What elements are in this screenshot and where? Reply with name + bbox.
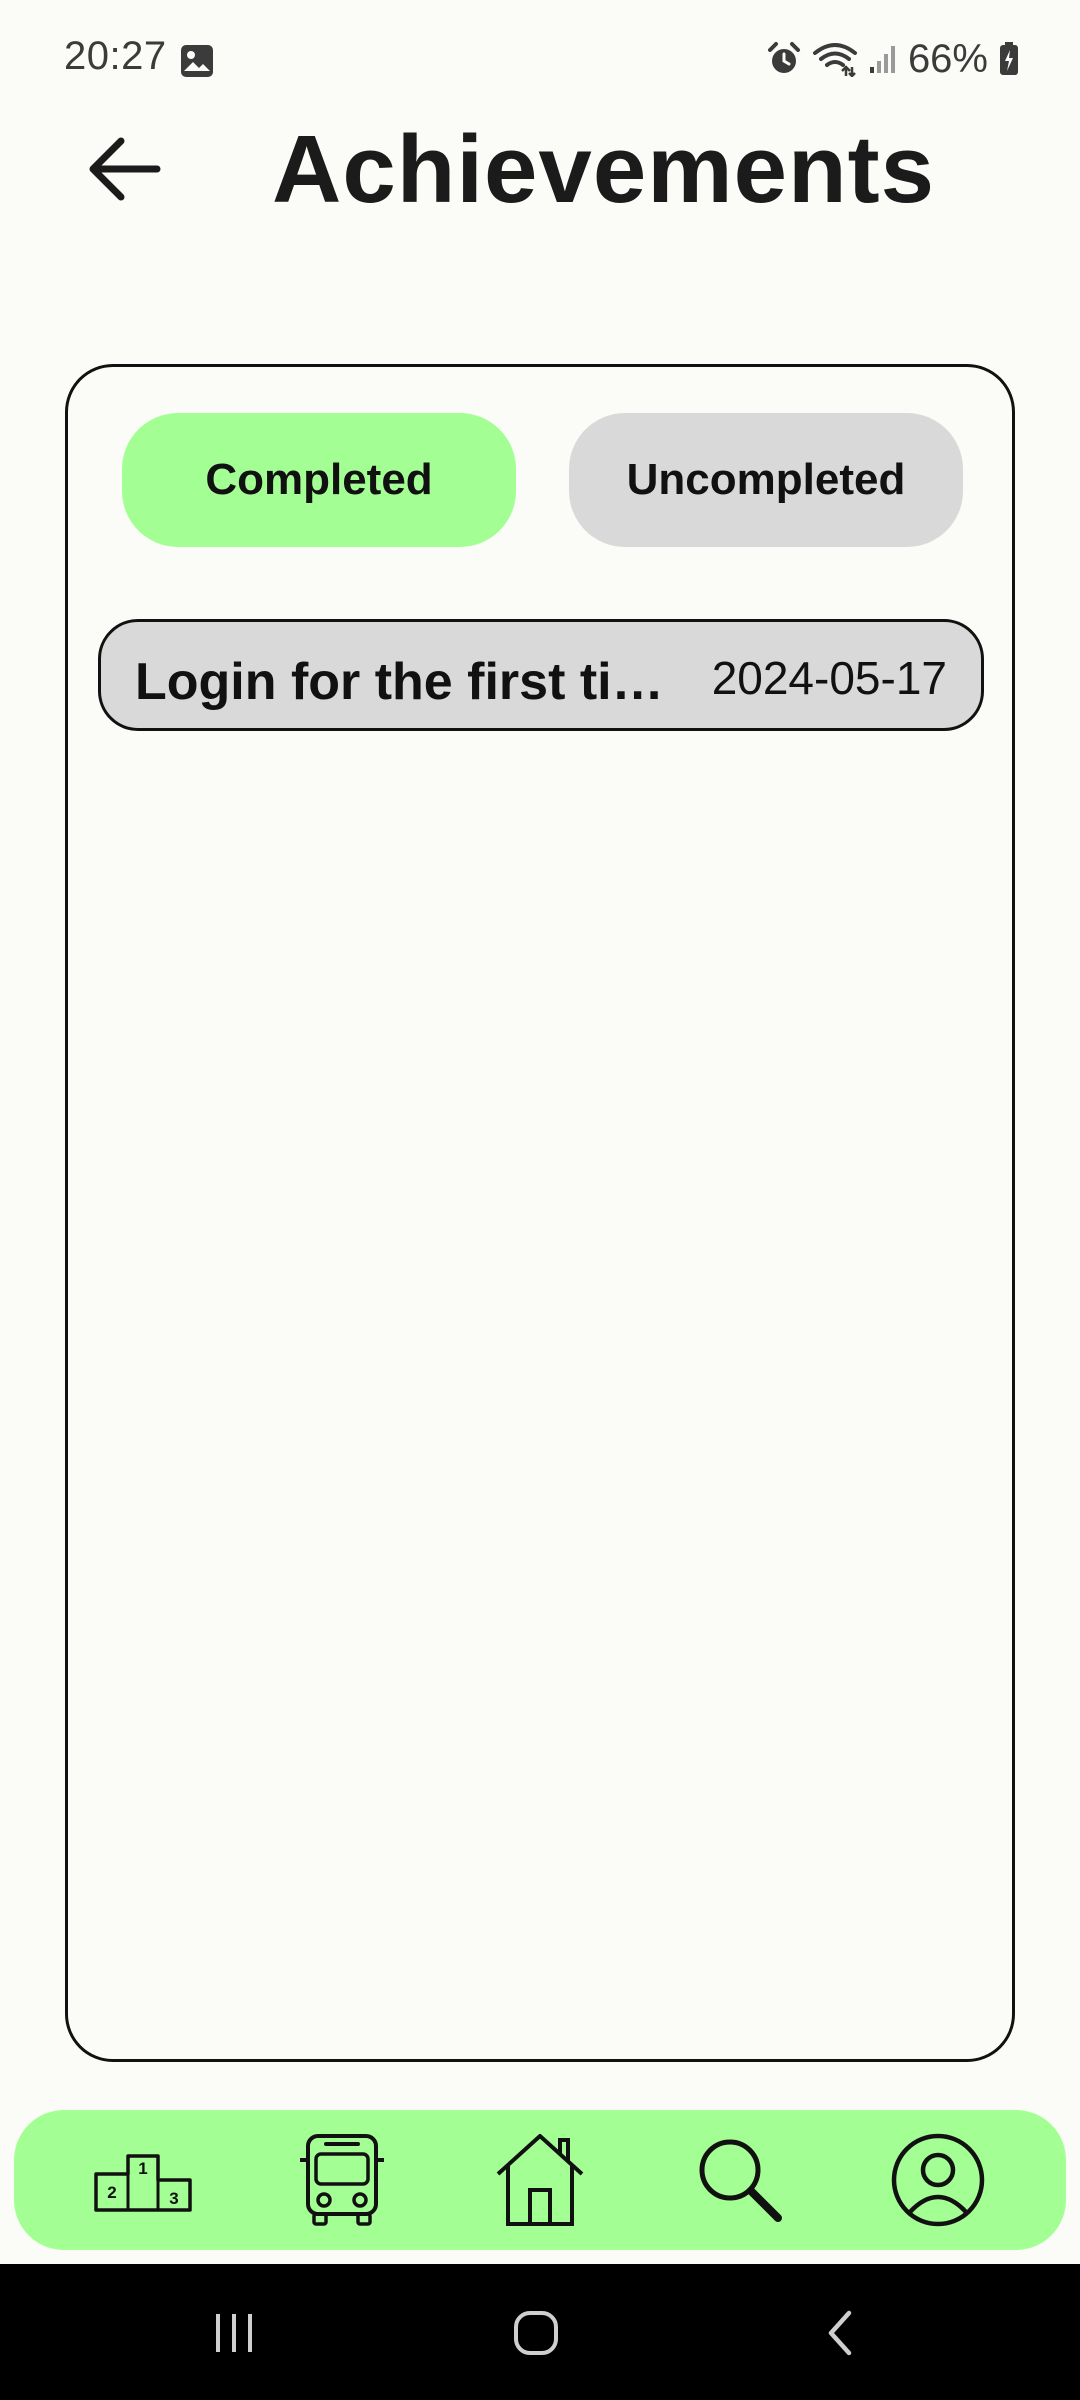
header: Achievements [0, 110, 1080, 230]
achievement-item[interactable]: Login for the first time 2024-05-17 [98, 619, 984, 731]
nav-home[interactable] [488, 2128, 592, 2232]
image-icon [180, 44, 214, 78]
nav-bus[interactable] [290, 2128, 394, 2232]
nav-profile[interactable] [886, 2128, 990, 2232]
nav-search[interactable] [688, 2128, 792, 2232]
status-bar: 20:27 66% [0, 0, 1080, 120]
podium-number-2: 2 [107, 2183, 116, 2202]
podium-number-3: 3 [169, 2189, 178, 2208]
page-title: Achievements [272, 116, 935, 223]
system-back-button[interactable] [800, 2298, 880, 2368]
home-circle-icon [514, 2311, 558, 2355]
achievement-list: Login for the first time 2024-05-17 [98, 619, 984, 731]
bottom-nav: 1 2 3 [14, 2110, 1066, 2250]
tab-uncompleted[interactable]: Uncompleted [569, 413, 963, 547]
arrow-left-icon [89, 137, 161, 201]
leaderboard-podium-icon: 1 2 3 [94, 2154, 192, 2212]
battery-percentage: 66% [907, 36, 988, 81]
bus-icon [300, 2134, 384, 2226]
system-home-button[interactable] [496, 2298, 576, 2368]
home-icon [496, 2134, 584, 2226]
system-nav-bar [0, 2264, 1080, 2400]
back-chevron-icon [828, 2310, 852, 2356]
alarm-icon [766, 41, 802, 77]
signal-icon [868, 43, 898, 75]
recent-apps-button[interactable] [194, 2298, 274, 2368]
search-icon [699, 2139, 782, 2222]
achievements-card: Completed Uncompleted Login for the firs… [65, 364, 1015, 2062]
tab-completed[interactable]: Completed [122, 413, 516, 547]
achievement-title: Login for the first time [135, 653, 675, 711]
battery-icon [998, 41, 1020, 77]
recent-apps-icon [216, 2314, 252, 2352]
achievement-date: 2024-05-17 [711, 652, 947, 704]
status-time: 20:27 [64, 34, 167, 78]
profile-icon [891, 2133, 985, 2227]
podium-number-1: 1 [138, 2159, 147, 2178]
status-icons: 66% [766, 34, 1020, 84]
back-button[interactable] [80, 124, 170, 214]
nav-leaderboard[interactable]: 1 2 3 [92, 2128, 196, 2232]
wifi-icon [812, 41, 858, 77]
